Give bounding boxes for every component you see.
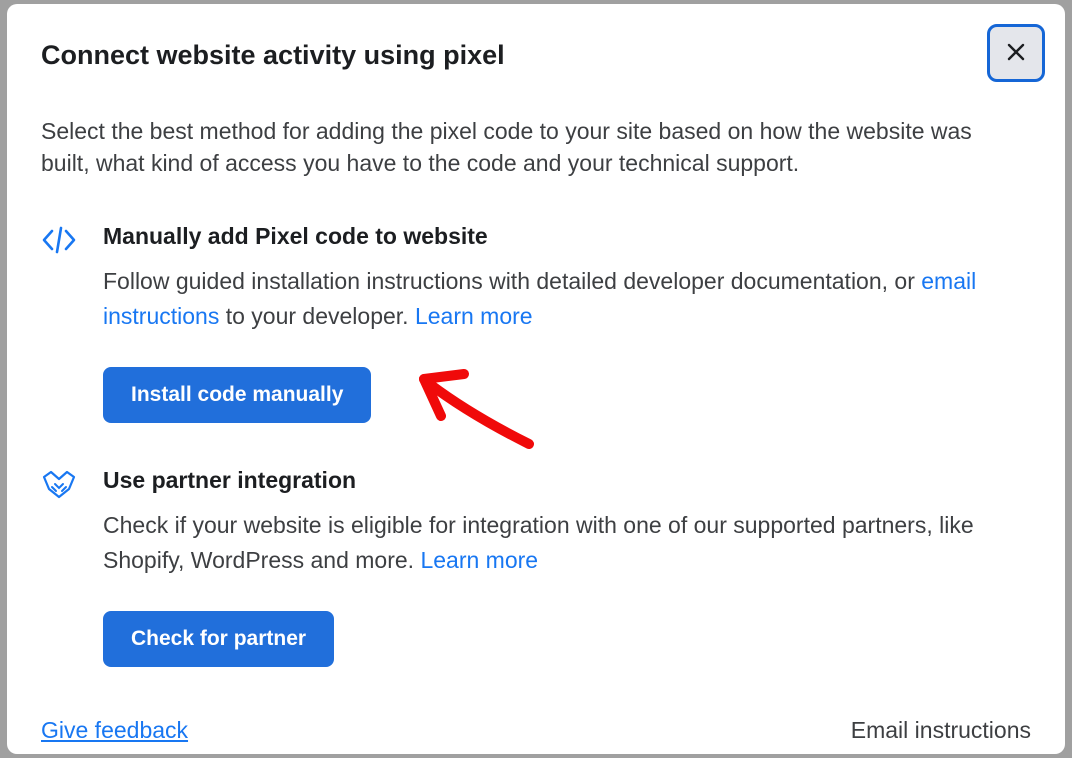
- install-code-manually-button[interactable]: Install code manually: [103, 367, 371, 423]
- partner-option-title: Use partner integration: [103, 467, 1031, 494]
- manual-option-title: Manually add Pixel code to website: [103, 223, 1031, 250]
- manual-desc-middle: to your developer.: [219, 303, 415, 329]
- handshake-icon: [41, 469, 77, 667]
- pixel-connection-modal: Connect website activity using pixel Sel…: [7, 4, 1065, 754]
- partner-option-content: Use partner integration Check if your we…: [103, 467, 1031, 667]
- modal-subtitle: Select the best method for adding the pi…: [41, 115, 1021, 179]
- partner-integration-option: Use partner integration Check if your we…: [41, 467, 1031, 667]
- email-instructions-footer[interactable]: Email instructions: [851, 717, 1031, 744]
- check-for-partner-button[interactable]: Check for partner: [103, 611, 334, 667]
- manual-install-option: Manually add Pixel code to website Follo…: [41, 223, 1031, 423]
- close-icon: [1004, 40, 1028, 67]
- modal-title: Connect website activity using pixel: [41, 40, 505, 71]
- learn-more-partner-link[interactable]: Learn more: [420, 547, 538, 573]
- code-icon: [41, 225, 77, 423]
- manual-desc-text: Follow guided installation instructions …: [103, 268, 921, 294]
- give-feedback-link[interactable]: Give feedback: [41, 717, 188, 744]
- close-button[interactable]: [987, 24, 1045, 82]
- manual-option-content: Manually add Pixel code to website Follo…: [103, 223, 1031, 423]
- partner-desc-text: Check if your website is eligible for in…: [103, 512, 974, 573]
- partner-option-description: Check if your website is eligible for in…: [103, 508, 1003, 577]
- modal-footer: Give feedback Email instructions: [41, 717, 1031, 744]
- manual-option-description: Follow guided installation instructions …: [103, 264, 1003, 333]
- modal-header: Connect website activity using pixel: [41, 36, 1031, 71]
- learn-more-manual-link[interactable]: Learn more: [415, 303, 533, 329]
